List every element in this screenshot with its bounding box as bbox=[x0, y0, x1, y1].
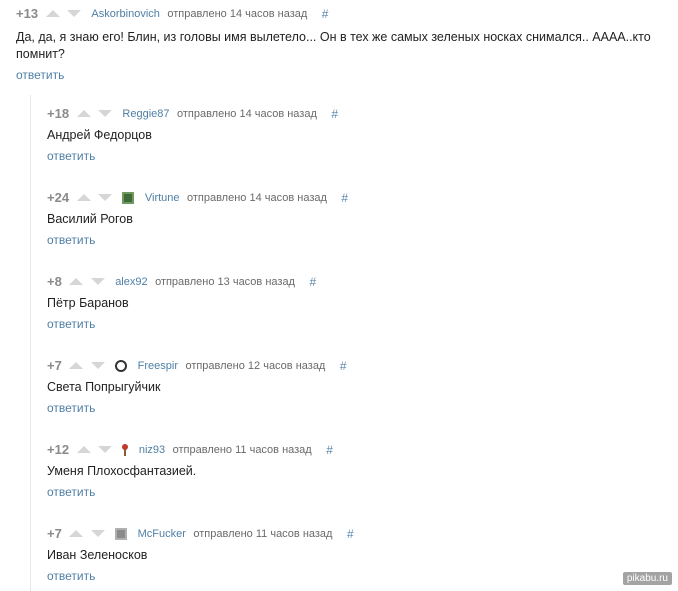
comment-meta: +13 Askorbinovich отправлено 14 часов на… bbox=[16, 5, 676, 21]
comment-text: Иван Зеленосков bbox=[47, 548, 148, 562]
comment-rating: +18 bbox=[47, 106, 70, 122]
comment-text: Пётр Баранов bbox=[47, 296, 129, 310]
comment-author[interactable]: McFucker bbox=[138, 528, 186, 540]
comment-meta: +7 Freespir отправлено 12 часов назад # bbox=[47, 357, 647, 373]
comment-permalink[interactable]: # bbox=[331, 107, 338, 121]
comment-permalink[interactable]: # bbox=[322, 7, 329, 21]
reply-link[interactable]: ответить bbox=[47, 233, 95, 247]
comment-reply-3: +8 alex92 отправлено 13 часов назад # Пё… bbox=[47, 273, 647, 333]
vote-down-icon[interactable] bbox=[90, 278, 105, 286]
comment-text: Василий Рогов bbox=[47, 212, 133, 226]
comment-time: отправлено 14 часов назад bbox=[167, 7, 308, 20]
comment-meta: +24 Virtune отправлено 14 часов назад # bbox=[47, 189, 647, 205]
comment-rating: +7 bbox=[47, 358, 62, 374]
comment-rating: +12 bbox=[47, 442, 70, 458]
avatar-icon[interactable] bbox=[115, 527, 128, 540]
vote-up-icon[interactable] bbox=[69, 530, 84, 538]
vote-down-icon[interactable] bbox=[97, 110, 112, 118]
vote-up-icon[interactable] bbox=[76, 110, 91, 118]
comment-reply-6: +7 McFucker отправлено 11 часов назад # … bbox=[47, 525, 647, 585]
reply-link[interactable]: ответить bbox=[47, 569, 95, 583]
vote-down-icon[interactable] bbox=[66, 10, 81, 18]
comment-author[interactable]: alex92 bbox=[115, 276, 147, 288]
reply-link[interactable]: ответить bbox=[47, 485, 95, 499]
comment-meta: +7 McFucker отправлено 11 часов назад # bbox=[47, 525, 647, 541]
watermark: pikabu.ru bbox=[622, 572, 672, 585]
comment-time: отправлено 11 часов назад bbox=[193, 527, 333, 540]
comment-text: Андрей Федорцов bbox=[47, 128, 152, 142]
vote-up-icon[interactable] bbox=[45, 10, 60, 18]
avatar-icon[interactable] bbox=[122, 443, 129, 456]
comment-permalink[interactable]: # bbox=[309, 275, 316, 289]
comment-author[interactable]: Virtune bbox=[145, 192, 180, 204]
comment-time: отправлено 12 часов назад bbox=[185, 359, 326, 372]
comment-permalink[interactable]: # bbox=[341, 191, 348, 205]
vote-down-icon[interactable] bbox=[90, 530, 105, 538]
vote-up-icon[interactable] bbox=[69, 362, 84, 370]
comment-rating: +13 bbox=[16, 6, 39, 22]
vote-down-icon[interactable] bbox=[90, 362, 105, 370]
avatar-icon[interactable] bbox=[122, 191, 135, 204]
reply-link[interactable]: ответить bbox=[16, 68, 64, 82]
comment-reply-1: +18 Reggie87 отправлено 14 часов назад #… bbox=[47, 105, 647, 165]
comment-permalink[interactable]: # bbox=[326, 443, 333, 457]
comment-text: Да, да, я знаю его! Блин, из головы имя … bbox=[16, 30, 651, 61]
vote-down-icon[interactable] bbox=[97, 194, 112, 202]
comment-text: Уменя Плохосфантазией. bbox=[47, 464, 197, 478]
comment-permalink[interactable]: # bbox=[347, 527, 354, 541]
reply-link[interactable]: ответить bbox=[47, 149, 95, 163]
comment-meta: +18 Reggie87 отправлено 14 часов назад # bbox=[47, 105, 647, 121]
vote-up-icon[interactable] bbox=[76, 446, 91, 454]
comment-author[interactable]: niz93 bbox=[139, 444, 165, 456]
comments-page: +13 Askorbinovich отправлено 14 часов на… bbox=[0, 0, 678, 591]
vote-down-icon[interactable] bbox=[97, 446, 112, 454]
vote-up-icon[interactable] bbox=[69, 278, 84, 286]
comment-text: Света Попрыгуйчик bbox=[47, 380, 161, 394]
comment-rating: +8 bbox=[47, 274, 62, 290]
comment-rating: +7 bbox=[47, 526, 62, 542]
comment-root: +13 Askorbinovich отправлено 14 часов на… bbox=[16, 5, 676, 84]
comment-author[interactable]: Askorbinovich bbox=[91, 8, 159, 20]
comment-time: отправлено 14 часов назад bbox=[186, 191, 327, 204]
avatar-icon[interactable] bbox=[115, 359, 128, 372]
vote-up-icon[interactable] bbox=[76, 194, 91, 202]
comment-meta: +8 alex92 отправлено 13 часов назад # bbox=[47, 273, 647, 289]
reply-link[interactable]: ответить bbox=[47, 401, 95, 415]
comment-author[interactable]: Reggie87 bbox=[122, 108, 169, 120]
comment-meta: +12 niz93 отправлено 11 часов назад # bbox=[47, 441, 647, 457]
comment-time: отправлено 13 часов назад bbox=[155, 275, 295, 288]
comment-permalink[interactable]: # bbox=[340, 359, 347, 373]
comment-time: отправлено 14 часов назад bbox=[176, 107, 317, 120]
comment-author[interactable]: Freespir bbox=[138, 360, 178, 372]
comment-reply-4: +7 Freespir отправлено 12 часов назад # … bbox=[47, 357, 647, 417]
reply-link[interactable]: ответить bbox=[47, 317, 95, 331]
comment-time: отправлено 11 часов назад bbox=[172, 443, 312, 456]
comment-reply-2: +24 Virtune отправлено 14 часов назад # … bbox=[47, 189, 647, 249]
comment-reply-5: +12 niz93 отправлено 11 часов назад # Ум… bbox=[47, 441, 647, 501]
comment-rating: +24 bbox=[47, 190, 70, 206]
thread-line bbox=[30, 95, 31, 591]
